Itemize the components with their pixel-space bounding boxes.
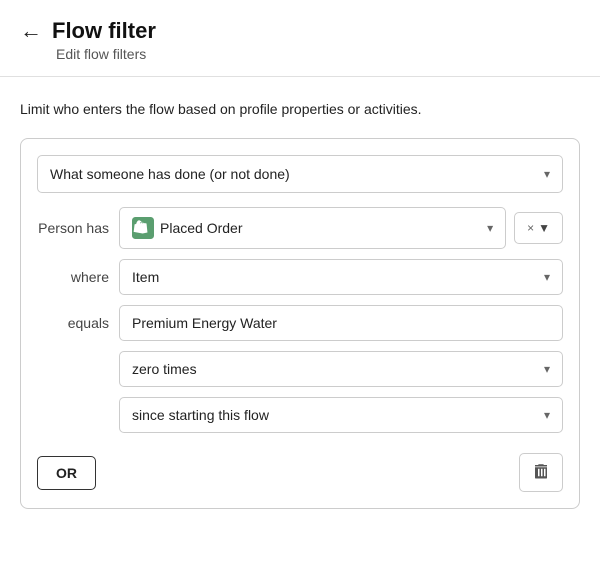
- person-has-label: Person has: [37, 220, 109, 236]
- zero-times-chevron-icon: ▾: [544, 362, 550, 376]
- or-button[interactable]: OR: [37, 456, 96, 490]
- equals-label: equals: [37, 315, 109, 331]
- since-value: since starting this flow: [132, 407, 269, 423]
- page-title: Flow filter: [52, 18, 156, 44]
- person-has-dropdown[interactable]: Placed Order ▾: [119, 207, 506, 249]
- filter-card: What someone has done (or not done) ▾ Pe…: [20, 138, 580, 509]
- filter-clear-button[interactable]: × ▼: [514, 212, 563, 244]
- since-chevron-icon: ▾: [544, 408, 550, 422]
- filter-x-icon: ×: [527, 221, 534, 235]
- card-footer: OR: [37, 449, 563, 492]
- page-header: ← Flow filter Edit flow filters: [0, 0, 600, 77]
- description-text: Limit who enters the flow based on profi…: [20, 99, 580, 120]
- filter-rows: Person has Placed Order ▾: [37, 207, 563, 433]
- placed-order-chevron-icon: ▾: [487, 221, 493, 235]
- equals-row: equals: [37, 305, 563, 341]
- where-chevron-icon: ▾: [544, 270, 550, 284]
- equals-input[interactable]: [119, 305, 563, 341]
- main-content: Limit who enters the flow based on profi…: [0, 77, 600, 529]
- since-row: since starting this flow ▾: [37, 397, 563, 433]
- trash-icon: [532, 462, 550, 483]
- back-button[interactable]: ←: [20, 20, 42, 42]
- where-dropdown[interactable]: Item ▾: [119, 259, 563, 295]
- zero-times-value: zero times: [132, 361, 197, 377]
- zero-times-row: zero times ▾: [37, 351, 563, 387]
- delete-button[interactable]: [519, 453, 563, 492]
- where-dropdown-value: Item: [132, 269, 159, 285]
- top-condition-dropdown[interactable]: What someone has done (or not done) ▾: [37, 155, 563, 193]
- where-label: where: [37, 269, 109, 285]
- since-dropdown[interactable]: since starting this flow ▾: [119, 397, 563, 433]
- top-condition-label: What someone has done (or not done): [50, 166, 290, 182]
- filter-funnel-icon: ▼: [538, 221, 550, 235]
- person-has-row: Person has Placed Order ▾: [37, 207, 563, 249]
- where-row: where Item ▾: [37, 259, 563, 295]
- top-condition-chevron-icon: ▾: [544, 167, 550, 181]
- zero-times-dropdown[interactable]: zero times ▾: [119, 351, 563, 387]
- shopify-icon: [132, 217, 154, 239]
- page-subtitle: Edit flow filters: [56, 46, 580, 62]
- placed-order-label: Placed Order: [160, 220, 242, 236]
